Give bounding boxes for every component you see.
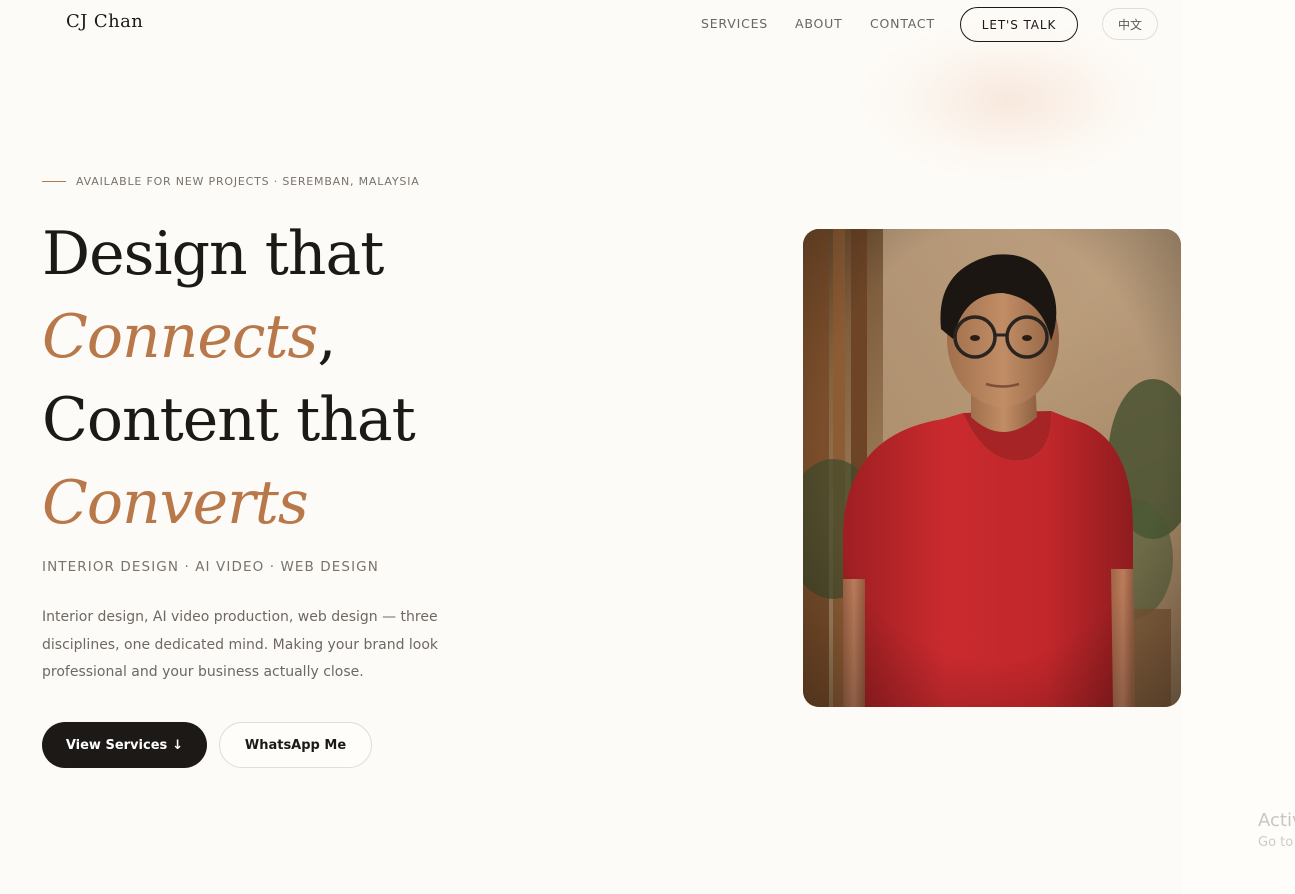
nav-link-contact[interactable]: CONTACT [870, 16, 935, 31]
nav-link-services[interactable]: SERVICES [701, 16, 768, 31]
eyebrow-divider [42, 181, 66, 182]
page-edge-strip [1182, 0, 1295, 894]
headline-line-3: Content that [42, 385, 416, 455]
headline-line-1: Design that [42, 219, 384, 289]
disciplines-tagline: INTERIOR DESIGN · AI VIDEO · WEB DESIGN [42, 559, 379, 575]
language-toggle-button[interactable]: 中文 [1102, 8, 1158, 40]
portrait-illustration [803, 229, 1181, 707]
background-glow [860, 20, 1160, 180]
watermark-title: Activ [1258, 810, 1295, 831]
nav-link-about[interactable]: ABOUT [795, 16, 843, 31]
lets-talk-button[interactable]: LET'S TALK [960, 7, 1078, 42]
headline-line-2: Connects, [42, 296, 415, 379]
watermark-subtitle: Go to [1258, 835, 1294, 850]
hero-description: Interior design, AI video production, we… [42, 609, 439, 680]
os-activation-watermark: Activ Go to [1258, 810, 1295, 850]
hero-headline: Design that Connects, Content that Conve… [42, 213, 416, 545]
headline-accent-connects: Connects [42, 302, 318, 372]
headline-accent-converts: Converts [42, 468, 309, 538]
portrait-photo [803, 229, 1181, 707]
whatsapp-button[interactable]: WhatsApp Me [219, 722, 372, 768]
view-services-button[interactable]: View Services ↓ [42, 722, 207, 768]
view-services-label: View Services [65, 737, 168, 753]
arrow-down-icon: ↓ [172, 737, 184, 753]
headline-comma: , [317, 302, 336, 372]
availability-eyebrow: AVAILABLE FOR NEW PROJECTS · SEREMBAN, M… [42, 175, 420, 188]
brand-logo[interactable]: CJ Chan [66, 11, 143, 32]
availability-text: AVAILABLE FOR NEW PROJECTS · SEREMBAN, M… [76, 175, 420, 188]
